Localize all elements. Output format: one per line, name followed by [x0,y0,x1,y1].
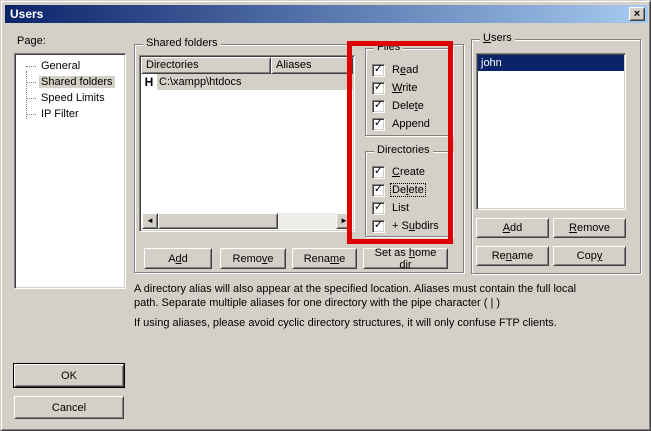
remove-user-button[interactable]: Remove [553,218,626,238]
rename-folder-button[interactable]: Rename [292,248,357,269]
check-icon: ✓ [374,166,383,177]
files-write-checkbox-row: ✓ Write [372,81,418,95]
files-group-label: Files [374,41,403,53]
dir-delete-checkbox[interactable]: ✓ [372,184,385,197]
cyclic-note: If using aliases, please avoid cyclic di… [134,317,557,329]
dir-delete-label[interactable]: Delete [391,184,425,196]
subdirs-label[interactable]: + Subdirs [391,220,440,232]
close-button[interactable]: × [629,7,645,21]
read-label[interactable]: Read [391,64,419,76]
user-item-john[interactable]: john [478,55,624,71]
title-bar[interactable]: Users × [5,5,648,23]
users-dialog: Users × Page: General Shared folders Spe… [0,0,651,431]
cancel-button[interactable]: Cancel [14,396,124,419]
directories-group-label: Directories [374,144,433,156]
users-group-label: Users [480,32,515,44]
dirs-subdirs-checkbox-row: ✓ + Subdirs [372,219,440,233]
write-label[interactable]: Write [391,82,418,94]
check-icon: ✓ [374,64,383,75]
scrollbar-track[interactable] [158,213,336,229]
files-delete-checkbox-row: ✓ Delete [372,99,425,113]
page-item-speed-limits[interactable]: Speed Limits [17,90,123,106]
scroll-right-icon: ► [340,217,348,225]
column-header-directories[interactable]: Directories [141,57,271,74]
list-label[interactable]: List [391,202,410,214]
close-icon: × [634,9,640,19]
users-list: john [476,53,626,210]
check-icon: ✓ [374,202,383,213]
file-delete-checkbox[interactable]: ✓ [372,100,385,113]
ok-button[interactable]: OK [14,364,124,387]
add-user-button[interactable]: Add [476,218,549,238]
check-icon: ✓ [374,100,383,111]
copy-user-button[interactable]: Copy [553,246,626,266]
scroll-left-button[interactable]: ◄ [142,213,158,229]
page-list: General Shared folders Speed Limits IP F… [14,53,126,289]
remove-folder-button[interactable]: Remove [220,248,286,269]
read-checkbox[interactable]: ✓ [372,64,385,77]
shared-folders-group-label: Shared folders [143,37,221,49]
directory-path: C:\xampp\htdocs [157,74,353,90]
create-checkbox[interactable]: ✓ [372,166,385,179]
dirs-create-checkbox-row: ✓ Create [372,165,426,179]
append-checkbox[interactable]: ✓ [372,118,385,131]
home-dir-marker: H [141,74,157,90]
files-append-checkbox-row: ✓ Append [372,117,431,131]
file-delete-label[interactable]: Delete [391,100,425,112]
check-icon: ✓ [374,220,383,231]
list-checkbox[interactable]: ✓ [372,202,385,215]
page-label: Page: [17,35,46,47]
files-read-checkbox-row: ✓ Read [372,63,419,77]
horizontal-scrollbar[interactable]: ◄ ► [142,213,352,229]
subdirs-checkbox[interactable]: ✓ [372,220,385,233]
scrollbar-thumb[interactable] [158,213,278,229]
rename-user-button[interactable]: Rename [476,246,549,266]
write-checkbox[interactable]: ✓ [372,82,385,95]
column-header-aliases[interactable]: Aliases [271,57,353,74]
page-tree: General Shared folders Speed Limits IP F… [17,58,123,122]
page-item-shared-folders[interactable]: Shared folders [17,74,123,90]
alias-note-line1: A directory alias will also appear at th… [134,283,576,295]
page-item-ip-filter[interactable]: IP Filter [17,106,123,122]
create-label[interactable]: Create [391,166,426,178]
directories-list: Directories Aliases H C:\xampp\htdocs ◄ … [139,55,355,232]
scroll-left-icon: ◄ [146,217,154,225]
dirs-delete-checkbox-row: ✓ Delete [372,183,425,197]
set-as-home-dir-button[interactable]: Set as home dir [363,248,448,269]
check-icon: ✓ [374,118,383,129]
add-folder-button[interactable]: Add [144,248,212,269]
dirs-list-checkbox-row: ✓ List [372,201,410,215]
append-label[interactable]: Append [391,118,431,130]
scroll-right-button[interactable]: ► [336,213,352,229]
directory-row[interactable]: H C:\xampp\htdocs [141,74,353,90]
check-icon: ✓ [374,184,383,195]
directories-list-header: Directories Aliases [141,57,353,74]
dialog-title: Users [10,7,43,21]
page-item-general[interactable]: General [17,58,123,74]
alias-note-line2: path. Separate multiple aliases for one … [134,297,500,309]
check-icon: ✓ [374,82,383,93]
